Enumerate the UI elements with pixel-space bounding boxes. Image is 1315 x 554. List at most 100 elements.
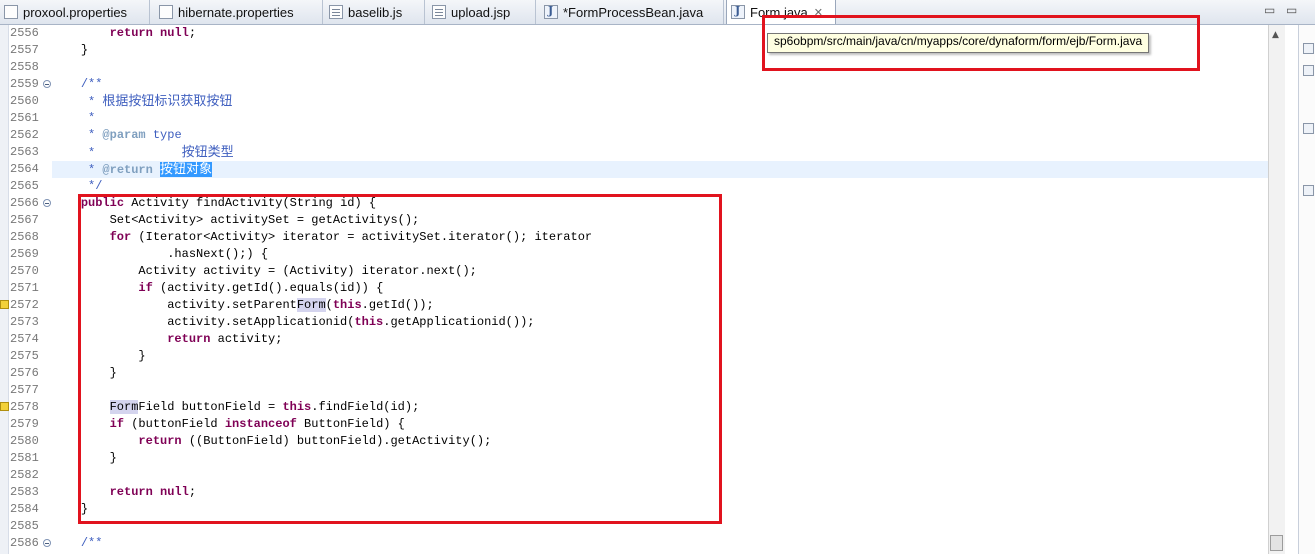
tab-proxool-properties[interactable]: proxool.properties <box>0 0 150 24</box>
jsp-file-icon <box>432 5 446 19</box>
line-number: 2577 <box>10 383 39 397</box>
code-text: * @param type <box>52 127 182 144</box>
code-token: * <box>88 111 96 125</box>
properties-file-icon <box>4 5 18 19</box>
code-token: } <box>80 43 89 57</box>
line-number: 2558 <box>10 60 39 74</box>
code-token: * <box>88 163 103 177</box>
code-token: /** <box>80 77 103 91</box>
code-token: 按钮类型 <box>181 145 234 160</box>
minimize-icon[interactable]: ▭ <box>1264 3 1275 17</box>
line-number: 2562 <box>10 128 39 142</box>
line-number: 2581 <box>10 451 39 465</box>
code-text: * @return 按钮对象 <box>52 161 213 179</box>
line-number: 2567 <box>10 213 39 227</box>
code-text: * 根据按钮标识获取按钮 <box>52 93 232 111</box>
tab-baselib-js[interactable]: baselib.js <box>325 0 425 24</box>
code-line[interactable]: 2563 * 按钮类型 <box>0 144 1268 161</box>
code-token: 按钮对象 <box>160 162 213 177</box>
occurrence-marker-icon[interactable] <box>0 300 9 309</box>
java-file-icon <box>544 4 558 19</box>
tab-label: baselib.js <box>348 4 403 20</box>
tab-formprocessbean-java[interactable]: *FormProcessBean.java <box>540 0 724 24</box>
java-file-icon <box>731 4 745 19</box>
code-token: ; <box>188 26 197 40</box>
code-line[interactable]: 2560 * 根据按钮标识获取按钮 <box>0 93 1268 110</box>
line-number: 2580 <box>10 434 39 448</box>
line-number: 2570 <box>10 264 39 278</box>
code-line[interactable]: 2561 * <box>0 110 1268 127</box>
code-token: * <box>88 128 103 142</box>
line-number: 2575 <box>10 349 39 363</box>
tab-hibernate-properties[interactable]: hibernate.properties <box>155 0 323 24</box>
toolbar-icon[interactable] <box>1303 185 1314 196</box>
line-number: 2572 <box>10 298 39 312</box>
line-number: 2584 <box>10 502 39 516</box>
code-token: return <box>109 26 153 40</box>
line-number: 2565 <box>10 179 39 193</box>
file-path-tooltip: sp6obpm/src/main/java/cn/myapps/core/dyn… <box>767 33 1150 53</box>
line-number: 2569 <box>10 247 39 261</box>
line-number: 2561 <box>10 111 39 125</box>
code-text: } <box>52 42 88 59</box>
tab-label: *FormProcessBean.java <box>563 4 704 20</box>
tab-label: proxool.properties <box>23 4 128 20</box>
line-number: 2579 <box>10 417 39 431</box>
line-number: 2582 <box>10 468 39 482</box>
line-number: 2560 <box>10 94 39 108</box>
code-text: return null; <box>52 25 196 42</box>
tab-label: hibernate.properties <box>178 4 294 20</box>
code-text: /** <box>52 76 103 93</box>
line-number: 2564 <box>10 162 39 176</box>
code-token: type <box>145 128 182 142</box>
occurrence-marker-icon[interactable] <box>0 402 9 411</box>
maximize-icon[interactable]: ▭ <box>1286 3 1297 17</box>
code-text: */ <box>52 178 102 195</box>
properties-file-icon <box>159 5 173 19</box>
toolbar-icon[interactable] <box>1303 65 1314 76</box>
line-number: 2576 <box>10 366 39 380</box>
code-line[interactable]: 2562 * @param type <box>0 127 1268 144</box>
line-number: 2586 <box>10 536 39 550</box>
code-token: * <box>88 95 103 109</box>
overview-ruler <box>1298 25 1315 554</box>
tab-label: upload.jsp <box>451 4 511 20</box>
line-number: 2559 <box>10 77 39 91</box>
toolbar-icon[interactable] <box>1303 43 1314 54</box>
tab-upload-jsp[interactable]: upload.jsp <box>428 0 536 24</box>
line-number: 2578 <box>10 400 39 414</box>
code-token: */ <box>88 179 103 193</box>
js-file-icon <box>329 5 343 19</box>
code-token: @param <box>102 128 146 142</box>
current-line-highlight <box>52 161 1268 178</box>
line-number: 2563 <box>10 145 39 159</box>
scrollbar-thumb[interactable] <box>1270 535 1283 551</box>
code-line[interactable]: 2564 * @return 按钮对象 <box>0 161 1268 178</box>
scroll-up-icon[interactable]: ▲ <box>1272 30 1279 40</box>
line-number: 2573 <box>10 315 39 329</box>
line-number: 2557 <box>10 43 39 57</box>
toolbar-icon[interactable] <box>1303 123 1314 134</box>
code-line[interactable]: 2565 */ <box>0 178 1268 195</box>
code-line[interactable]: 2559 /** <box>0 76 1268 93</box>
code-token: * <box>88 146 182 160</box>
code-line[interactable]: 2586 /** <box>0 535 1268 552</box>
line-number: 2566 <box>10 196 39 210</box>
code-token: 根据按钮标识获取按钮 <box>102 94 233 109</box>
vertical-scrollbar[interactable]: ▲ <box>1268 25 1285 554</box>
code-text: /** <box>52 535 103 552</box>
code-token: null <box>160 26 189 40</box>
line-number: 2556 <box>10 26 39 40</box>
code-token: /** <box>80 536 103 550</box>
fold-toggle-icon[interactable] <box>43 80 51 88</box>
line-number: 2583 <box>10 485 39 499</box>
line-number: 2574 <box>10 332 39 346</box>
fold-toggle-icon[interactable] <box>43 539 51 547</box>
line-number: 2585 <box>10 519 39 533</box>
code-token: @return <box>102 163 153 177</box>
code-text: * <box>52 110 95 127</box>
annotation-box-method <box>78 194 722 524</box>
fold-toggle-icon[interactable] <box>43 199 51 207</box>
